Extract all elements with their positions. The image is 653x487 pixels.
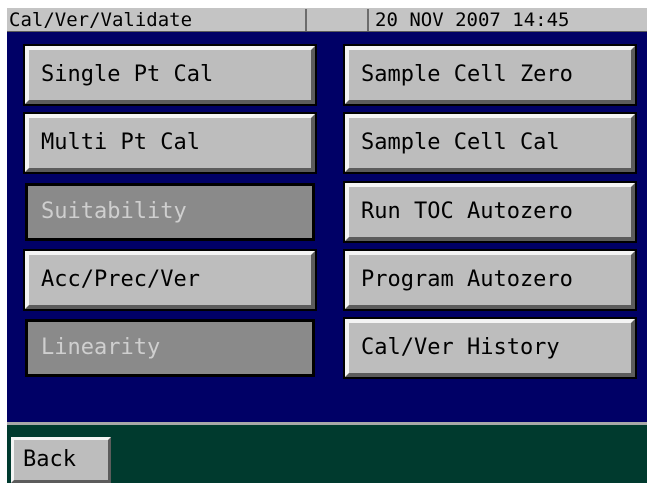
linearity-button: Linearity (25, 319, 315, 377)
sample-cell-cal-button[interactable]: Sample Cell Cal (343, 112, 637, 174)
sample-cell-zero-button[interactable]: Sample Cell Zero (343, 44, 637, 106)
calibration-screen: Cal/Ver/Validate 20 NOV 2007 14:45 Singl… (7, 8, 647, 483)
back-button[interactable]: Back (11, 437, 111, 483)
suitability-button: Suitability (25, 183, 315, 241)
title-divider (367, 9, 369, 31)
cal-ver-history-button[interactable]: Cal/Ver History (343, 317, 637, 379)
program-autozero-button[interactable]: Program Autozero (343, 249, 637, 311)
title-bar: Cal/Ver/Validate 20 NOV 2007 14:45 (7, 8, 647, 32)
title-divider (305, 9, 307, 31)
single-pt-cal-button[interactable]: Single Pt Cal (23, 44, 317, 106)
footer-bar: Back (7, 422, 647, 483)
multi-pt-cal-button[interactable]: Multi Pt Cal (23, 112, 317, 174)
date-time-display: 20 NOV 2007 14:45 (375, 9, 570, 31)
screen-title: Cal/Ver/Validate (9, 9, 193, 31)
run-toc-autozero-button[interactable]: Run TOC Autozero (343, 181, 637, 243)
acc-prec-ver-button[interactable]: Acc/Prec/Ver (23, 249, 317, 311)
